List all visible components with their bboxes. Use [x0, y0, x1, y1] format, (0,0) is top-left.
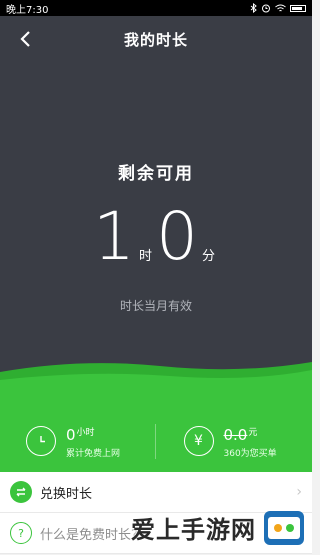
clock-icon	[26, 426, 56, 456]
watermark-text: 爱上手游网	[131, 515, 256, 544]
saved-amount-unit: 元	[248, 427, 258, 438]
remaining-label: 剩余可用	[118, 164, 194, 184]
yuan-icon: ¥	[183, 426, 214, 456]
question-icon: ?	[10, 522, 32, 544]
wifi-icon	[275, 4, 286, 11]
total-hours-value: 0	[66, 425, 76, 444]
saved-amount-label: 360为您买单	[223, 448, 277, 459]
total-free-time: 0 小时 累计免费上网	[0, 424, 155, 459]
what-is-free-label: 什么是免费时长?	[40, 527, 138, 543]
minutes-value: 0	[156, 198, 198, 275]
hero-panel: 我的时长 剩余可用 1 时 0 分 时长当月有效	[0, 16, 312, 410]
saved-amount-value: 0.0	[223, 425, 248, 444]
exchange-icon	[10, 481, 32, 503]
nav-bar: 我的时长	[0, 16, 312, 62]
status-time: 晚上7:30	[6, 4, 49, 16]
alarm-icon	[262, 4, 270, 13]
bluetooth-icon	[250, 3, 257, 13]
chevron-left-icon	[20, 31, 30, 47]
chevron-right-icon: ›	[296, 484, 302, 500]
minutes-unit: 分	[202, 249, 216, 264]
validity-note: 时长当月有效	[119, 299, 192, 313]
battery-icon	[290, 4, 306, 12]
status-bar: 晚上7:30	[0, 0, 312, 16]
stats-bar: 0 小时 累计免费上网 ¥ 0.0 元 360为您买单	[0, 410, 312, 472]
total-hours-unit: 小时	[76, 427, 95, 438]
hours-value: 1	[92, 198, 135, 275]
exchange-label: 兑换时长	[40, 486, 93, 502]
remaining-time: 1 时 0 分	[0, 200, 312, 274]
green-wave	[0, 362, 312, 410]
total-free-label: 累计免费上网	[66, 448, 121, 459]
status-icons	[250, 3, 306, 13]
watermark-logo-icon	[264, 511, 304, 545]
back-button[interactable]	[12, 26, 38, 52]
money-saved: ¥ 0.0 元 360为您买单	[154, 423, 313, 459]
hours-unit: 时	[138, 249, 152, 264]
watermark: 爱上手游网	[131, 505, 306, 549]
page-title: 我的时长	[123, 30, 188, 49]
